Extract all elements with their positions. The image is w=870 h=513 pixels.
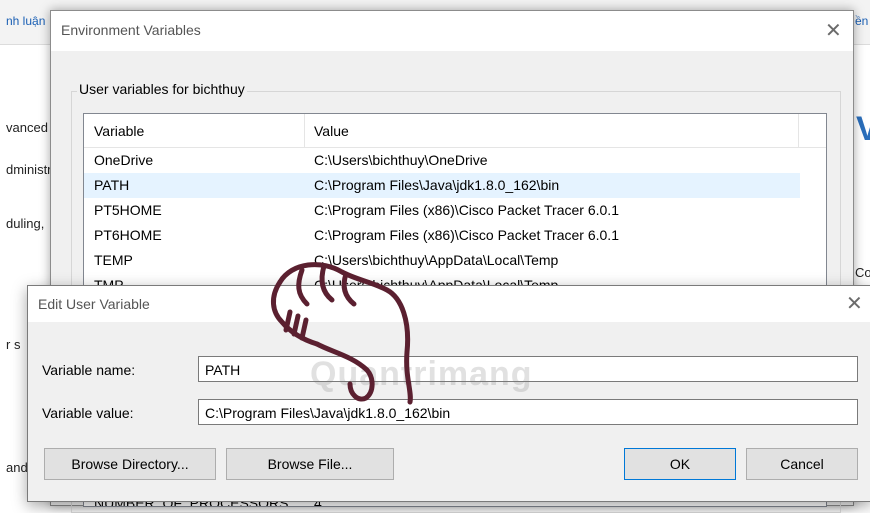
row-variable-value: C:\Program Files (x86)\Cisco Packet Trac… — [314, 202, 619, 218]
row-variable-name: PT5HOME — [94, 202, 162, 218]
ok-button[interactable]: OK — [624, 448, 736, 480]
column-header-value[interactable]: Value — [314, 123, 349, 139]
background-text: Co — [855, 265, 870, 280]
background-text: dministr — [6, 162, 52, 177]
row-variable-name: OneDrive — [94, 152, 154, 168]
pointing-hand-icon — [271, 262, 413, 405]
cancel-button[interactable]: Cancel — [746, 448, 858, 480]
row-variable-name: PT6HOME — [94, 227, 162, 243]
close-icon[interactable]: ✕ — [825, 21, 842, 41]
row-variable-value: C:\Program Files (x86)\Cisco Packet Trac… — [314, 227, 619, 243]
column-header-variable[interactable]: Variable — [94, 123, 144, 139]
browse-file-button[interactable]: Browse File... — [226, 448, 394, 480]
list-row-onedrive[interactable]: OneDrive C:\Users\bichthuy\OneDrive — [84, 148, 800, 173]
background-logo-letter: V — [856, 110, 870, 148]
edit-titlebar: Edit User Variable ✕ — [28, 286, 870, 322]
row-variable-name: TEMP — [94, 252, 133, 268]
edit-dialog-title: Edit User Variable — [38, 296, 150, 312]
row-variable-name: PATH — [94, 177, 130, 193]
column-divider[interactable] — [304, 114, 305, 147]
column-divider[interactable] — [798, 114, 799, 147]
row-variable-value: C:\Program Files\Java\jdk1.8.0_162\bin — [314, 177, 560, 193]
background-link[interactable]: ền — [855, 14, 868, 28]
list-header: Variable Value — [84, 114, 826, 148]
list-row-pt5home[interactable]: PT5HOME C:\Program Files (x86)\Cisco Pac… — [84, 198, 800, 223]
list-row-path[interactable]: PATH C:\Program Files\Java\jdk1.8.0_162\… — [84, 173, 800, 198]
env-titlebar: Environment Variables ✕ — [51, 11, 853, 51]
background-text: duling, — [6, 216, 45, 231]
variable-name-label: Variable name: — [42, 362, 136, 378]
background-link[interactable]: nh luận — [6, 14, 45, 28]
background-text: vanced — [6, 120, 48, 135]
variable-value-label: Variable value: — [42, 405, 134, 421]
user-variables-label: User variables for bichthuy — [77, 81, 247, 97]
close-icon[interactable]: ✕ — [846, 294, 863, 314]
row-variable-value: C:\Users\bichthuy\OneDrive — [314, 152, 488, 168]
browse-directory-button[interactable]: Browse Directory... — [44, 448, 216, 480]
background-text: and — [6, 460, 28, 475]
env-dialog-title: Environment Variables — [61, 22, 201, 38]
list-row-pt6home[interactable]: PT6HOME C:\Program Files (x86)\Cisco Pac… — [84, 223, 800, 248]
background-text: r s — [6, 337, 21, 352]
list-row-temp[interactable]: TEMP C:\Users\bichthuy\AppData\Local\Tem… — [84, 248, 800, 273]
